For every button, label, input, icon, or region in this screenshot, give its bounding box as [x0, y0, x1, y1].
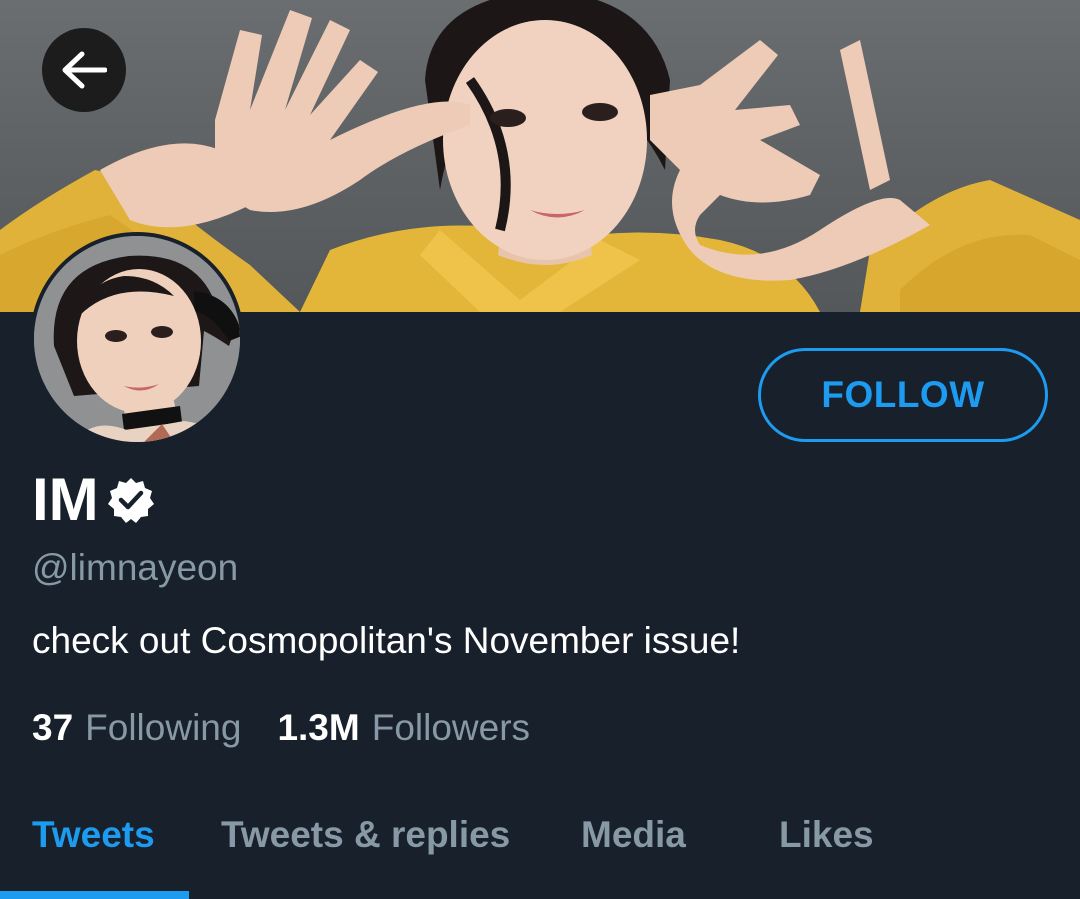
- tab-media[interactable]: Media: [581, 810, 686, 860]
- followers-stat[interactable]: 1.3M Followers: [277, 703, 530, 753]
- active-tab-indicator: [0, 891, 189, 899]
- avatar-image: [34, 236, 240, 442]
- follow-button-label: FOLLOW: [821, 374, 985, 415]
- tab-likes[interactable]: Likes: [779, 810, 874, 860]
- follow-stats: 37 Following 1.3M Followers: [32, 703, 530, 753]
- following-count: 37: [32, 707, 74, 748]
- profile-tabs: Tweets Tweets & replies Media Likes: [0, 790, 1080, 899]
- user-handle: @limnayeon: [32, 547, 239, 588]
- back-button[interactable]: [42, 28, 126, 112]
- arrow-left-icon: [62, 51, 107, 89]
- followers-label: Followers: [371, 707, 531, 748]
- following-stat[interactable]: 37 Following: [32, 703, 241, 753]
- follow-button[interactable]: FOLLOW: [758, 348, 1048, 442]
- display-name-row: IM: [32, 462, 155, 538]
- verified-badge-icon: [107, 476, 155, 524]
- tab-tweets[interactable]: Tweets: [32, 810, 155, 860]
- following-label: Following: [85, 707, 242, 748]
- tab-tweets-and-replies[interactable]: Tweets & replies: [221, 810, 510, 860]
- avatar[interactable]: [30, 232, 244, 446]
- display-name: IM: [32, 466, 99, 533]
- bio-text: check out Cosmopolitan's November issue!: [32, 620, 741, 661]
- profile-page: FOLLOW IM @limnayeon check out Cosmopoli…: [0, 0, 1080, 899]
- followers-count: 1.3M: [277, 707, 360, 748]
